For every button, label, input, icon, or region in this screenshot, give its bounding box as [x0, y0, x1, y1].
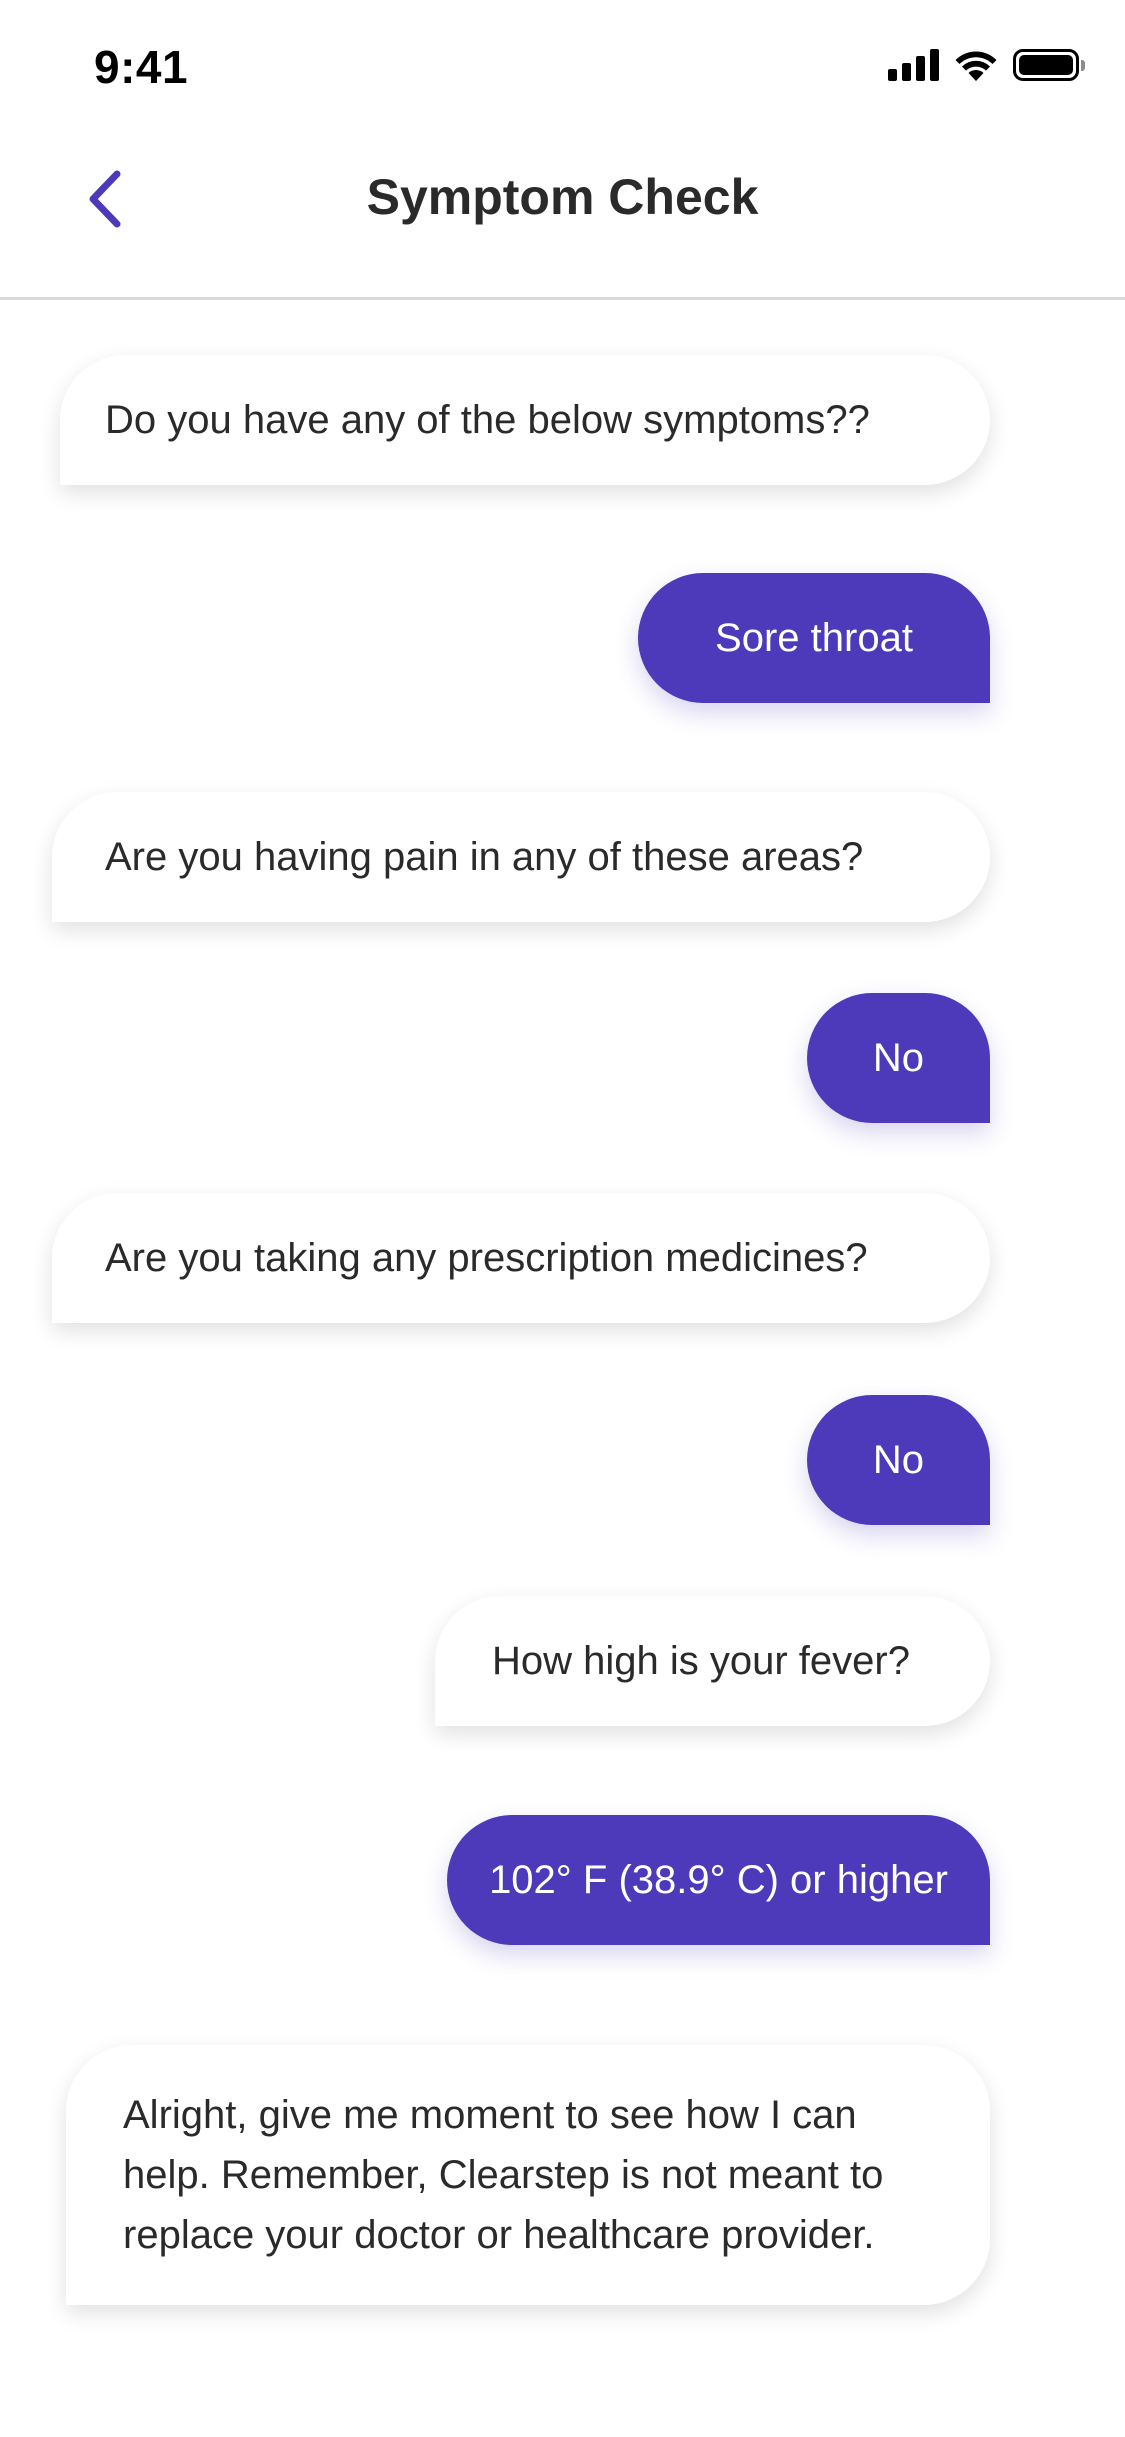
status-time: 9:41 — [94, 41, 189, 93]
message-text: No — [872, 1036, 925, 1080]
wifi-icon — [955, 51, 997, 81]
message-text: Do you have any of the below symptoms?? — [105, 398, 870, 442]
status-icons — [888, 48, 1085, 82]
bot-message: Are you having pain in any of these area… — [52, 792, 990, 922]
nav-header: Symptom Check — [0, 132, 1125, 300]
status-bar: 9:41 — [0, 0, 1125, 132]
user-reply-chip[interactable]: 102° F (38.9° C) or higher — [447, 1815, 990, 1945]
bot-message: Do you have any of the below symptoms?? — [60, 355, 990, 485]
bot-message: Are you taking any prescription medicine… — [52, 1193, 990, 1323]
signal-icon — [888, 49, 939, 81]
chat-thread: Do you have any of the below symptoms?? … — [0, 300, 1125, 2437]
battery-icon — [1013, 49, 1085, 81]
message-text: Sore throat — [715, 616, 913, 660]
user-reply-chip[interactable]: Sore throat — [638, 573, 990, 703]
message-text: Are you having pain in any of these area… — [105, 835, 864, 879]
bot-message: How high is your fever? — [435, 1596, 990, 1726]
bot-message: Alright, give me moment to see how I can… — [66, 2045, 990, 2305]
message-text: No — [872, 1438, 925, 1482]
message-text: Alright, give me moment to see how I can… — [123, 2093, 884, 2257]
message-text: Are you taking any prescription medicine… — [105, 1236, 868, 1280]
message-text: 102° F (38.9° C) or higher — [489, 1858, 948, 1902]
user-reply-chip[interactable]: No — [807, 1395, 990, 1525]
page-title: Symptom Check — [366, 169, 759, 225]
message-text: How high is your fever? — [492, 1639, 910, 1683]
user-reply-chip[interactable]: No — [807, 993, 990, 1123]
